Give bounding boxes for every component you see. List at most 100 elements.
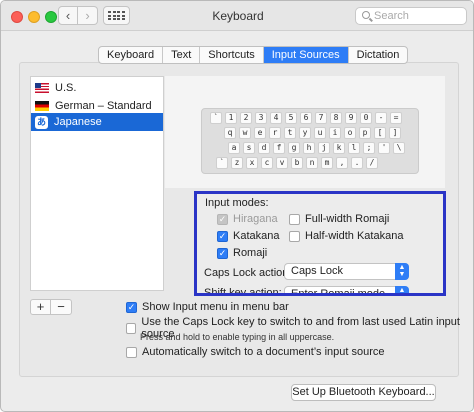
romaji-checkbox[interactable]: ✓ xyxy=(217,247,228,259)
auto-switch-row[interactable]: Automatically switch to a document’s inp… xyxy=(126,346,385,358)
keyboard-key: . xyxy=(351,157,363,169)
fullwidth-romaji-checkbox[interactable] xyxy=(289,213,300,225)
keyboard-key: l xyxy=(348,142,360,154)
source-item-us[interactable]: U.S. xyxy=(31,79,163,97)
show-input-menu-label: Show Input menu in menu bar xyxy=(142,301,289,313)
keyboard-key: 7 xyxy=(315,112,327,124)
add-remove-buttons: + − xyxy=(30,299,72,315)
keyboard-key: - xyxy=(375,112,387,124)
keyboard-key: p xyxy=(359,127,371,139)
up-down-arrows-icon: ▲▼ xyxy=(395,263,409,280)
auto-switch-label: Automatically switch to a document’s inp… xyxy=(142,346,385,358)
input-modes-panel: Input modes: ✓ Hiragana Full-width Romaj… xyxy=(194,191,446,296)
keyboard-key: ` xyxy=(216,157,228,169)
shift-key-action-popup[interactable]: Enter Romaji mode ▲▼ xyxy=(284,286,409,296)
caps-lock-action-popup[interactable]: Caps Lock ▲ ▼ xyxy=(284,263,409,280)
fullwidth-romaji-label: Full-width Romaji xyxy=(305,213,390,225)
keyboard-key: ' xyxy=(378,142,390,154)
tab-input-sources[interactable]: Input Sources xyxy=(263,47,349,63)
show-input-menu-checkbox[interactable]: ✓ xyxy=(126,301,137,313)
keyboard-key: x xyxy=(246,157,258,169)
input-source-list[interactable]: U.S. German – Standard あ Japanese xyxy=(30,76,164,291)
katakana-label: Katakana xyxy=(233,230,280,242)
romaji-label: Romaji xyxy=(233,247,268,259)
keyboard-key: n xyxy=(306,157,318,169)
katakana-checkbox[interactable]: ✓ xyxy=(217,230,228,242)
keyboard-key: b xyxy=(291,157,303,169)
keyboard-key: \ xyxy=(393,142,405,154)
tab-keyboard[interactable]: Keyboard xyxy=(99,47,164,63)
fullwidth-romaji-row[interactable]: Full-width Romaji xyxy=(289,213,389,225)
halfwidth-katakana-checkbox[interactable] xyxy=(289,230,300,242)
keyboard-preferences-window: ‹ › Keyboard Search Keyboard Text Shortc… xyxy=(0,0,474,412)
keyboard-key: ; xyxy=(363,142,375,154)
keyboard-key: 3 xyxy=(255,112,267,124)
caps-lock-action-value: Caps Lock xyxy=(291,265,343,277)
keyboard-key: y xyxy=(299,127,311,139)
setup-bluetooth-keyboard-button[interactable]: Set Up Bluetooth Keyboard... xyxy=(291,384,436,401)
input-modes-label: Input modes: xyxy=(205,197,269,209)
keyboard-key: ` xyxy=(210,112,222,124)
shift-key-action-label: Shift key action: xyxy=(204,287,282,296)
shift-key-action-value: Enter Romaji mode xyxy=(291,288,386,296)
tab-text[interactable]: Text xyxy=(163,47,201,63)
up-down-arrows-icon: ▲▼ xyxy=(395,286,409,293)
keyboard-key: r xyxy=(269,127,281,139)
auto-switch-checkbox[interactable] xyxy=(126,346,137,358)
search-placeholder: Search xyxy=(374,10,409,22)
caps-lock-switch-checkbox[interactable] xyxy=(126,322,137,334)
keyboard-key: 9 xyxy=(345,112,357,124)
keyboard-key: 2 xyxy=(240,112,252,124)
source-label: U.S. xyxy=(55,82,77,94)
source-label: German – Standard xyxy=(55,100,152,112)
keyboard-key: 8 xyxy=(330,112,342,124)
halfwidth-katakana-label: Half-width Katakana xyxy=(305,230,404,242)
keyboard-key: v xyxy=(276,157,288,169)
hiragana-label: Hiragana xyxy=(233,213,278,225)
hiragana-checkbox-row: ✓ Hiragana xyxy=(217,213,278,225)
de-flag-icon xyxy=(35,101,49,111)
keyboard-key: g xyxy=(288,142,300,154)
tab-dictation[interactable]: Dictation xyxy=(349,47,408,63)
keyboard-key: s xyxy=(243,142,255,154)
keyboard-key: [ xyxy=(374,127,386,139)
search-icon xyxy=(362,11,370,19)
us-flag-icon xyxy=(35,83,49,93)
keyboard-key: a xyxy=(228,142,240,154)
romaji-row[interactable]: ✓ Romaji xyxy=(217,247,267,259)
keyboard-key: i xyxy=(329,127,341,139)
remove-source-button[interactable]: − xyxy=(51,300,71,314)
keyboard-key: f xyxy=(273,142,285,154)
japanese-input-icon: あ xyxy=(35,115,48,129)
keyboard-key: k xyxy=(333,142,345,154)
search-input[interactable]: Search xyxy=(355,7,467,25)
keyboard-key: z xyxy=(231,157,243,169)
keyboard-key: t xyxy=(284,127,296,139)
keyboard-key: w xyxy=(239,127,251,139)
caps-lock-action-label: Caps Lock action: xyxy=(204,267,292,279)
keyboard-key: 4 xyxy=(270,112,282,124)
keyboard-key: q xyxy=(224,127,236,139)
keyboard-key: 1 xyxy=(225,112,237,124)
tab-bar: Keyboard Text Shortcuts Input Sources Di… xyxy=(98,46,409,64)
caps-lock-note: Press and hold to enable typing in all u… xyxy=(140,332,335,342)
keyboard-key: , xyxy=(336,157,348,169)
keyboard-key: ] xyxy=(389,127,401,139)
keyboard-key: c xyxy=(261,157,273,169)
halfwidth-katakana-row[interactable]: Half-width Katakana xyxy=(289,230,403,242)
keyboard-key: / xyxy=(366,157,378,169)
keyboard-key: u xyxy=(314,127,326,139)
keyboard-key: h xyxy=(303,142,315,154)
show-input-menu-row[interactable]: ✓ Show Input menu in menu bar xyxy=(126,301,289,313)
source-item-japanese[interactable]: あ Japanese xyxy=(31,113,163,131)
tab-shortcuts[interactable]: Shortcuts xyxy=(200,47,264,63)
keyboard-key: 5 xyxy=(285,112,297,124)
keyboard-key: = xyxy=(390,112,402,124)
source-label: Japanese xyxy=(54,116,102,128)
keyboard-key: d xyxy=(258,142,270,154)
title-bar: ‹ › Keyboard Search xyxy=(1,1,473,31)
keyboard-layout-preview: ` 1 2 3 4 5 6 7 8 9 0- = q w e r t y u i o p[] a s d f g h j k l; ' \ ` z x… xyxy=(201,108,419,174)
add-source-button[interactable]: + xyxy=(31,300,51,314)
katakana-row[interactable]: ✓ Katakana xyxy=(217,230,279,242)
keyboard-key: o xyxy=(344,127,356,139)
